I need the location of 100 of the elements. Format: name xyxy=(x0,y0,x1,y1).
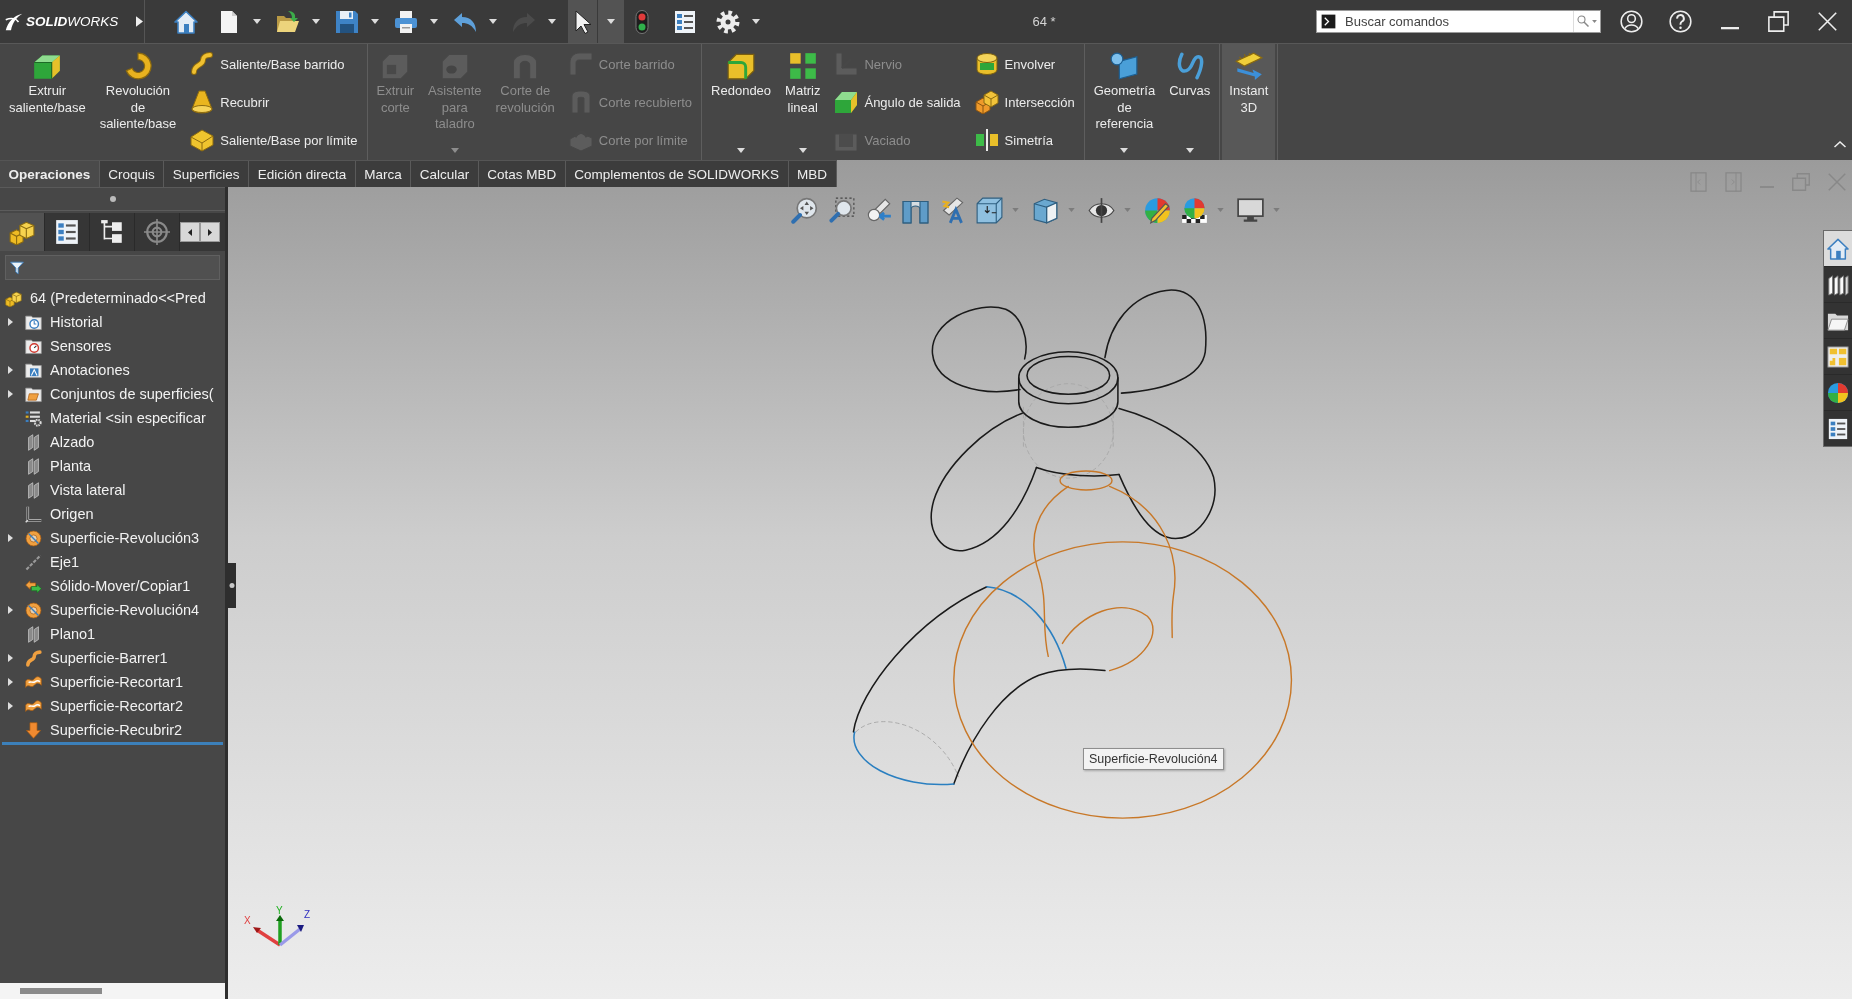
caret-icon[interactable] xyxy=(371,19,379,24)
task-pane-tab[interactable] xyxy=(1824,375,1852,410)
help-icon[interactable] xyxy=(1669,10,1692,33)
magnifier-icon[interactable] xyxy=(828,196,855,224)
expand-arrow-icon[interactable] xyxy=(8,678,13,686)
sphere-pencil-icon[interactable] xyxy=(1144,196,1171,224)
task-pane-tab[interactable] xyxy=(1824,303,1852,338)
command-button[interactable]: Ángulo de salida xyxy=(829,83,966,121)
tree-item[interactable]: Superficie-Recortar2 xyxy=(0,694,225,718)
ribbon-tab[interactable]: Marca xyxy=(355,161,412,187)
expand-arrow-icon[interactable] xyxy=(8,606,13,614)
command-button[interactable]: Redondeo xyxy=(704,44,779,160)
caret-icon[interactable] xyxy=(798,148,807,153)
tree-item[interactable]: Planta xyxy=(0,454,225,478)
ribbon-tab[interactable]: Edición directa xyxy=(249,161,356,187)
task-pane-tab[interactable] xyxy=(1824,339,1852,374)
layout-icon xyxy=(1827,345,1849,368)
ribbon-tab[interactable]: Superficies xyxy=(164,161,250,187)
tree-item[interactable]: Superficie-Revolución4 xyxy=(0,598,225,622)
tree-item[interactable]: Eje1 xyxy=(0,550,225,574)
monitor-icon[interactable] xyxy=(1237,196,1264,224)
tree-item[interactable]: Anotaciones xyxy=(0,358,225,382)
tree-item[interactable]: Historial xyxy=(0,310,225,334)
magnifier-icon[interactable] xyxy=(791,196,818,224)
expand-arrow-icon[interactable] xyxy=(8,702,13,710)
horizontal-scrollbar[interactable] xyxy=(0,983,225,999)
tree-item[interactable]: Origen xyxy=(0,502,225,526)
expand-arrow-icon[interactable] xyxy=(8,534,13,542)
tree-item[interactable]: Superficie-Barrer1 xyxy=(0,646,225,670)
grip-icon[interactable] xyxy=(109,196,116,202)
command-button[interactable]: Extruir saliente/base xyxy=(2,44,93,160)
command-button[interactable]: Curvas xyxy=(1162,44,1218,160)
ribbon-tab[interactable]: Cotas MBD xyxy=(478,161,566,187)
list-icon xyxy=(673,9,697,34)
expand-arrow-icon[interactable] xyxy=(8,366,13,374)
panel-tab[interactable] xyxy=(0,213,45,251)
caret-icon[interactable] xyxy=(607,19,615,24)
search-field[interactable]: Buscar comandos xyxy=(1316,10,1601,33)
camera-arrow-icon[interactable] xyxy=(865,196,892,224)
tree-item[interactable]: Conjuntos de superficies( xyxy=(0,382,225,406)
tree-item[interactable]: Alzado xyxy=(0,430,225,454)
scrollbar-thumb[interactable] xyxy=(20,988,102,994)
tree-diagram-icon xyxy=(99,219,125,245)
command-button[interactable]: Revolución de saliente/base xyxy=(92,44,184,160)
scroll-right-button[interactable] xyxy=(200,222,220,242)
right-arrow-icon[interactable] xyxy=(136,16,144,27)
tree-item[interactable]: Superficie-Revolución3 xyxy=(0,526,225,550)
caret-icon[interactable] xyxy=(737,148,746,153)
caret-icon[interactable] xyxy=(752,19,760,24)
command-button[interactable]: Instant 3D xyxy=(1222,44,1276,160)
plane-and-point-icon xyxy=(1110,52,1139,80)
caret-icon[interactable] xyxy=(1185,148,1194,153)
expand-arrow-icon[interactable] xyxy=(8,654,13,662)
books-icon xyxy=(1827,273,1849,296)
right-arrow-icon xyxy=(208,228,212,236)
command-button[interactable]: Intersección xyxy=(969,83,1080,121)
task-pane-tab[interactable] xyxy=(1824,411,1852,446)
tree-item[interactable]: Superficie-Recortar1 xyxy=(0,670,225,694)
command-button[interactable]: Recubrir xyxy=(185,83,363,121)
command-button[interactable]: Matriz lineal xyxy=(778,44,828,160)
tree-item[interactable]: Superficie-Recubrir2 xyxy=(0,718,225,742)
caret-icon[interactable] xyxy=(489,19,497,24)
sphere-checker-icon[interactable] xyxy=(1181,196,1208,224)
filter-field[interactable] xyxy=(5,255,220,280)
tree-item[interactable]: Sensores xyxy=(0,334,225,358)
command-button[interactable]: Geometría de referencia xyxy=(1086,44,1163,160)
ribbon-tab[interactable]: Operaciones xyxy=(0,161,100,187)
camera-letter-icon[interactable] xyxy=(939,196,966,224)
ribbon-tab[interactable]: Calcular xyxy=(411,161,479,187)
tree-item[interactable]: Material <sin especificar xyxy=(0,406,225,430)
expand-arrow-icon[interactable] xyxy=(8,318,13,326)
home-icon xyxy=(174,9,198,34)
chevron-up-icon[interactable] xyxy=(1834,141,1846,148)
cube-icon[interactable] xyxy=(976,196,1003,224)
command-button[interactable]: Simetría xyxy=(969,121,1080,159)
person-icon[interactable] xyxy=(1620,10,1643,33)
cubes-icon xyxy=(9,219,35,245)
minimize-icon[interactable] xyxy=(1720,27,1739,30)
tree-item[interactable]: Sólido-Mover/Copiar1 xyxy=(0,574,225,598)
eye-icon[interactable] xyxy=(1088,196,1115,224)
caret-icon[interactable] xyxy=(430,19,438,24)
toolbar-button[interactable] xyxy=(568,0,598,43)
tree-item[interactable]: 64 (Predeterminado<<Pred xyxy=(0,286,225,310)
ribbon-tab[interactable]: Complementos de SOLIDWORKS xyxy=(565,161,789,187)
search-icon[interactable] xyxy=(1577,15,1589,27)
expand-arrow-icon[interactable] xyxy=(8,390,13,398)
caret-icon[interactable] xyxy=(1120,148,1129,153)
task-pane-tab[interactable] xyxy=(1824,267,1852,302)
caret-icon[interactable] xyxy=(312,19,320,24)
command-button[interactable]: Saliente/Base barrido xyxy=(185,45,363,83)
caret-icon[interactable] xyxy=(253,19,261,24)
cube-icon[interactable] xyxy=(1032,196,1059,224)
ribbon-tab[interactable]: MBD xyxy=(788,161,837,187)
command-button[interactable]: Saliente/Base por límite xyxy=(185,121,363,159)
ribbon-tab[interactable]: Croquis xyxy=(99,161,165,187)
splitter-handle[interactable] xyxy=(228,563,236,608)
scroll-left-button[interactable] xyxy=(180,222,200,242)
command-button[interactable]: Envolver xyxy=(969,45,1080,83)
tree-item[interactable]: Vista lateral xyxy=(0,478,225,502)
tree-item[interactable]: Plano1 xyxy=(0,622,225,646)
